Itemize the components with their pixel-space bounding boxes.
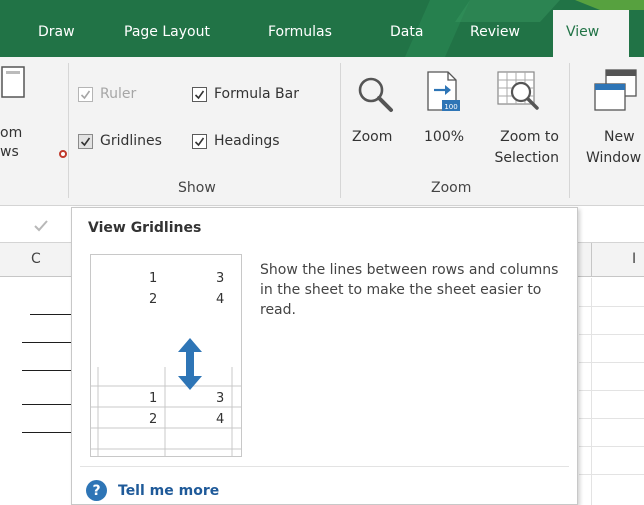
headings-label: Headings bbox=[214, 133, 280, 149]
show-group-label: Show bbox=[178, 180, 216, 196]
tab-formulas[interactable]: Formulas bbox=[268, 24, 332, 40]
headings-checkbox[interactable]: Headings bbox=[192, 132, 280, 150]
tooltip-description: Show the lines between rows and columns … bbox=[260, 262, 559, 318]
zoom-to-selection-icon[interactable] bbox=[495, 70, 545, 118]
gridlines-checkbox[interactable]: Gridlines bbox=[78, 132, 162, 150]
zoom-group-label: Zoom bbox=[431, 180, 472, 196]
grid-row-line bbox=[579, 418, 644, 419]
cell-border bbox=[22, 404, 72, 405]
new-window-label-2[interactable]: Window bbox=[586, 148, 641, 169]
tab-draw[interactable]: Draw bbox=[38, 24, 75, 40]
tab-review[interactable]: Review bbox=[470, 24, 520, 40]
group-separator bbox=[340, 63, 341, 198]
double-arrow-icon bbox=[178, 338, 202, 390]
formula-bar-label: Formula Bar bbox=[214, 86, 299, 102]
ribbon-view-panel: om ws Ruler Formula Bar Gridlines Headin… bbox=[0, 57, 644, 206]
grid-column-line bbox=[591, 278, 592, 505]
illus-number: 2 bbox=[149, 412, 158, 427]
ruler-label: Ruler bbox=[100, 86, 137, 102]
ruler-checkbox[interactable]: Ruler bbox=[78, 85, 136, 103]
zoom-100-icon-text: 100 bbox=[444, 103, 457, 111]
group-separator bbox=[68, 63, 69, 198]
column-header-c[interactable]: C bbox=[31, 251, 41, 267]
tooltip-separator bbox=[80, 466, 569, 467]
group-separator bbox=[569, 63, 570, 198]
gridlines-label: Gridlines bbox=[100, 133, 162, 149]
custom-views-label-2: ws bbox=[0, 144, 19, 160]
tell-me-more-label: Tell me more bbox=[118, 482, 220, 499]
cell-border bbox=[22, 342, 72, 343]
new-window-label-1[interactable]: New bbox=[604, 127, 635, 148]
tab-data[interactable]: Data bbox=[390, 24, 423, 40]
grid-row-line bbox=[579, 474, 644, 475]
headings-check-icon bbox=[192, 133, 207, 149]
column-divider bbox=[591, 243, 592, 277]
grid-row-line bbox=[579, 390, 644, 391]
grid-row-line bbox=[579, 362, 644, 363]
formula-bar-check-icon bbox=[192, 86, 207, 102]
grid-row-line bbox=[579, 334, 644, 335]
illus-number: 3 bbox=[216, 391, 225, 406]
zoom-to-selection-label-1[interactable]: Zoom to bbox=[484, 127, 559, 148]
tab-view[interactable]: View bbox=[553, 10, 629, 57]
ruler-check-icon bbox=[78, 86, 93, 102]
gridlines-check-icon bbox=[78, 133, 93, 149]
custom-views-icon[interactable] bbox=[0, 65, 26, 113]
cell-border bbox=[30, 314, 72, 315]
gridlines-tooltip: View Gridlines 1 3 2 4 1 3 2 4 Show the … bbox=[71, 207, 578, 505]
custom-views-label-1: om bbox=[0, 125, 23, 141]
enter-check-icon[interactable] bbox=[33, 219, 49, 233]
zoom-100-icon[interactable]: 100 bbox=[424, 70, 468, 118]
zoom-to-selection-label-2[interactable]: Selection bbox=[484, 148, 559, 169]
help-icon: ? bbox=[86, 480, 107, 501]
tell-me-more-link[interactable]: ? Tell me more bbox=[86, 480, 219, 501]
illus-number: 1 bbox=[149, 391, 158, 406]
gridlines-illustration: 1 3 2 4 1 3 2 4 bbox=[90, 254, 242, 457]
ribbon-tab-bar: Draw Page Layout Formulas Data Review Vi… bbox=[0, 0, 644, 57]
formula-bar-checkbox[interactable]: Formula Bar bbox=[192, 85, 299, 103]
grid-row-line bbox=[579, 446, 644, 447]
new-window-icon[interactable] bbox=[591, 67, 641, 117]
illus-number: 4 bbox=[216, 412, 225, 427]
tab-view-label: View bbox=[566, 24, 600, 40]
cursor-marker bbox=[59, 150, 67, 158]
zoom-button[interactable]: Zoom bbox=[352, 127, 392, 148]
cell-border bbox=[22, 432, 72, 433]
grid-row-line bbox=[579, 306, 644, 307]
zoom-100-button[interactable]: 100% bbox=[424, 127, 464, 148]
tooltip-title: View Gridlines bbox=[88, 220, 202, 236]
column-header-i[interactable]: I bbox=[632, 251, 636, 267]
magnifier-icon[interactable] bbox=[354, 73, 398, 117]
tab-page-layout[interactable]: Page Layout bbox=[124, 24, 210, 40]
cell-border bbox=[22, 370, 72, 371]
